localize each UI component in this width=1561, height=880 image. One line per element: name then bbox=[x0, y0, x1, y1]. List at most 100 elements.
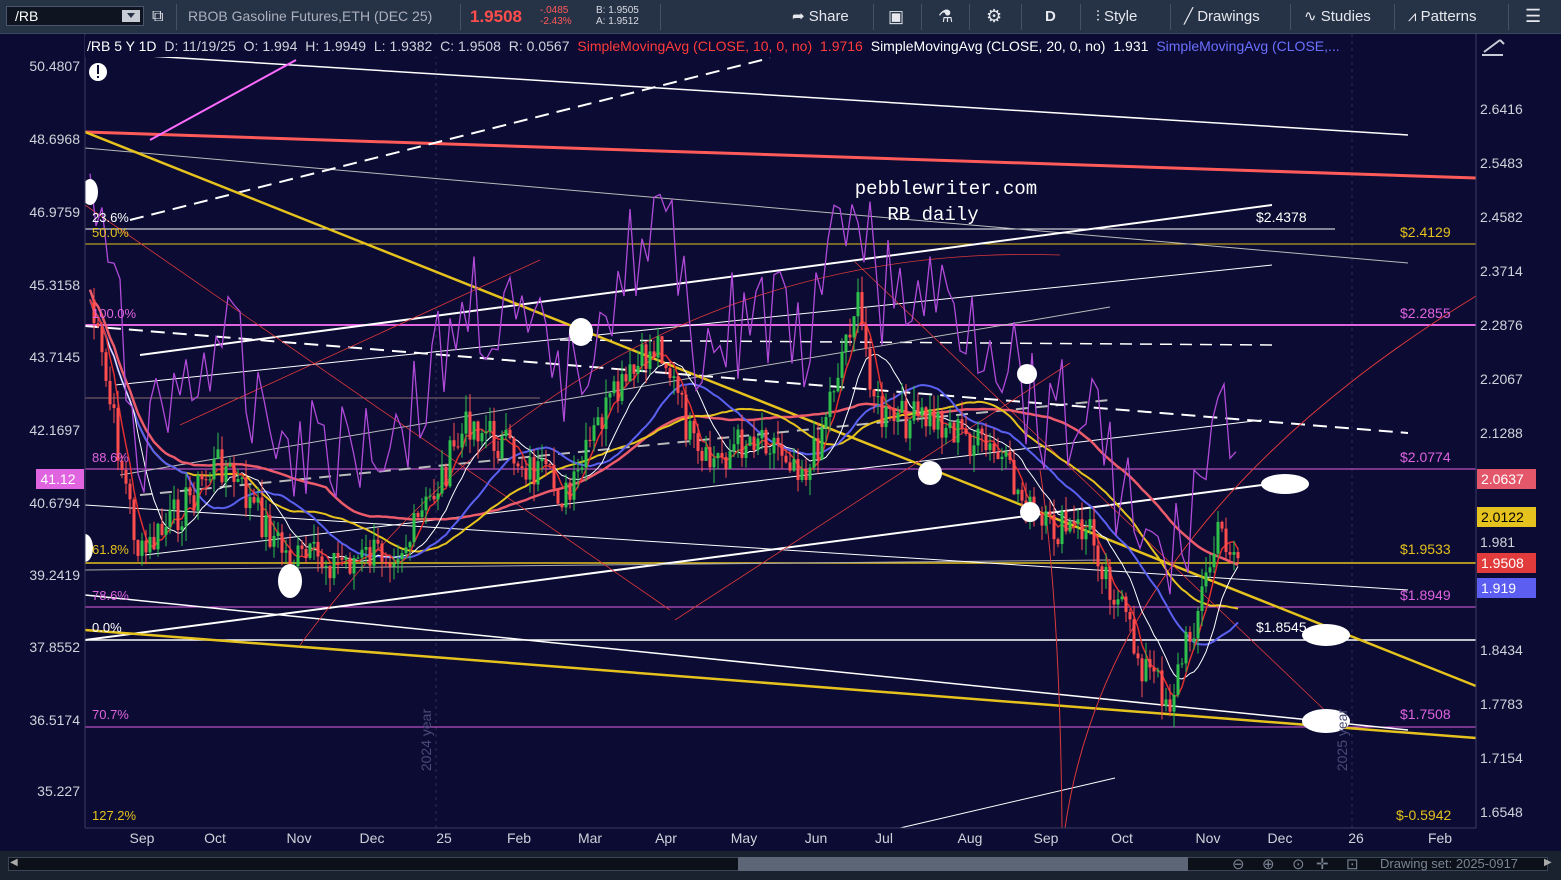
time-axis-label: Oct bbox=[1111, 830, 1133, 846]
right-axis-label: 1.8434 bbox=[1480, 642, 1523, 658]
share-button[interactable]: ➦ Share bbox=[792, 0, 849, 33]
snapshot-icon[interactable]: ▣ bbox=[888, 0, 904, 33]
price-level-label: $2.4378 bbox=[1256, 209, 1307, 225]
settings-slider-icon[interactable]: ⧉ bbox=[152, 0, 163, 33]
candle-body bbox=[968, 434, 972, 456]
candle-body bbox=[176, 499, 180, 531]
candle-body bbox=[552, 464, 556, 489]
right-price-tag-label: 2.0122 bbox=[1481, 509, 1524, 525]
candle-body bbox=[1232, 552, 1236, 555]
toolbar-divider bbox=[921, 4, 922, 30]
candle-body bbox=[1216, 521, 1220, 554]
candle-body bbox=[352, 558, 356, 574]
time-axis-label: Nov bbox=[1196, 830, 1221, 846]
candle-body bbox=[828, 391, 832, 417]
zoom-in-icon[interactable]: ⊕ bbox=[1262, 855, 1275, 873]
candle-body bbox=[1136, 653, 1140, 659]
candle-body bbox=[236, 478, 240, 482]
candle-body bbox=[760, 429, 764, 439]
candle-body bbox=[100, 326, 104, 353]
candle-body bbox=[456, 446, 460, 448]
candle-body bbox=[620, 374, 624, 401]
candle-body bbox=[856, 292, 860, 317]
candle-body bbox=[452, 440, 456, 447]
scroll-right-icon[interactable]: ▶ bbox=[1544, 857, 1552, 871]
chevron-down-icon[interactable] bbox=[122, 10, 140, 22]
expand-icon[interactable]: ⊡ bbox=[1346, 855, 1359, 873]
candle-body bbox=[716, 453, 720, 459]
style-button[interactable]: ⫶ Style bbox=[1096, 0, 1137, 33]
candle-body bbox=[1200, 586, 1204, 612]
scrollbar-thumb[interactable] bbox=[738, 857, 1188, 871]
candle-body bbox=[896, 412, 900, 422]
candle-body bbox=[604, 397, 608, 429]
candle-body bbox=[184, 487, 188, 527]
candle-body bbox=[1040, 515, 1044, 526]
studies-button[interactable]: ∿ Studies bbox=[1304, 0, 1371, 33]
candle-body bbox=[660, 336, 664, 364]
timeframe-button[interactable]: D bbox=[1045, 0, 1056, 33]
candle-body bbox=[988, 443, 992, 451]
scroll-left-icon[interactable]: ◀ bbox=[10, 857, 18, 871]
candle-body bbox=[772, 437, 776, 454]
candle-body bbox=[112, 404, 116, 408]
drawings-label: Drawings bbox=[1197, 8, 1260, 25]
candle-body bbox=[1124, 596, 1128, 613]
marker-ellipse bbox=[1261, 474, 1309, 494]
sma10-value: 1.9716 bbox=[820, 38, 863, 54]
candle-body bbox=[444, 466, 448, 487]
flask-icon[interactable]: ⚗ bbox=[938, 0, 953, 33]
candle-body bbox=[136, 540, 140, 556]
candle-body bbox=[216, 449, 220, 459]
toolbar-divider bbox=[176, 4, 177, 30]
menu-icon[interactable]: ☰ bbox=[1525, 0, 1541, 33]
candle-body bbox=[972, 445, 976, 456]
right-axis-label: 2.1288 bbox=[1480, 425, 1523, 441]
gear-icon[interactable]: ⚙ bbox=[986, 0, 1002, 33]
candle-body bbox=[144, 540, 148, 553]
left-axis-label: 48.6968 bbox=[29, 131, 80, 147]
right-price-tag-label: 1.9508 bbox=[1481, 555, 1524, 571]
patterns-button[interactable]: ⩘ Patterns bbox=[1408, 0, 1477, 33]
patterns-label: Patterns bbox=[1420, 8, 1477, 25]
candle-body bbox=[832, 391, 836, 393]
time-axis-label: Mar bbox=[578, 830, 602, 846]
time-axis-label: 26 bbox=[1348, 830, 1364, 846]
right-axis-label: 2.2876 bbox=[1480, 317, 1523, 333]
zoom-reset-icon[interactable]: ⊙ bbox=[1292, 855, 1305, 873]
price-chart[interactable]: pebblewriter.com RB daily 23.6%50.0% 100.0%… bbox=[0, 0, 1561, 880]
candle-body bbox=[680, 392, 684, 395]
sma10-label[interactable]: SimpleMovingAvg (CLOSE, 10, 0, no) bbox=[575, 38, 814, 54]
sma-blue-label[interactable]: SimpleMovingAvg (CLOSE,... bbox=[1154, 38, 1341, 54]
candle-body bbox=[1140, 658, 1144, 682]
candle-body bbox=[652, 351, 656, 358]
candle-body bbox=[736, 429, 740, 445]
bar-open: O: 1.994 bbox=[243, 38, 298, 54]
crosshair-icon[interactable]: ✛ bbox=[1316, 855, 1329, 873]
candle-body bbox=[580, 467, 584, 470]
candle-body bbox=[272, 535, 276, 547]
candle-body bbox=[156, 523, 160, 550]
alert-icon[interactable] bbox=[89, 63, 107, 81]
fib-label: 23.6% bbox=[92, 210, 129, 225]
candle-body bbox=[800, 469, 804, 480]
candle-body bbox=[212, 458, 216, 480]
time-axis-area[interactable] bbox=[0, 828, 1561, 851]
zoom-out-icon[interactable]: ⊖ bbox=[1232, 855, 1245, 873]
candle-body bbox=[260, 497, 264, 538]
candle-body bbox=[556, 488, 560, 504]
candle-body bbox=[956, 419, 960, 443]
drawings-button[interactable]: ╱ Drawings bbox=[1184, 0, 1260, 33]
candle-body bbox=[368, 547, 372, 566]
candle-body bbox=[696, 433, 700, 451]
candle-body bbox=[908, 420, 912, 439]
candle-body bbox=[996, 452, 1000, 460]
candle-body bbox=[228, 463, 232, 467]
sma20-label[interactable]: SimpleMovingAvg (CLOSE, 20, 0, no) bbox=[869, 38, 1108, 54]
symbol-text: /RB bbox=[15, 8, 39, 24]
symbol-selector[interactable]: /RB bbox=[6, 6, 144, 26]
candle-body bbox=[436, 493, 440, 500]
drawing-set-label[interactable]: Drawing set: 2025-0917 bbox=[1380, 856, 1518, 871]
candle-body bbox=[748, 436, 752, 446]
candle-body bbox=[256, 497, 260, 503]
